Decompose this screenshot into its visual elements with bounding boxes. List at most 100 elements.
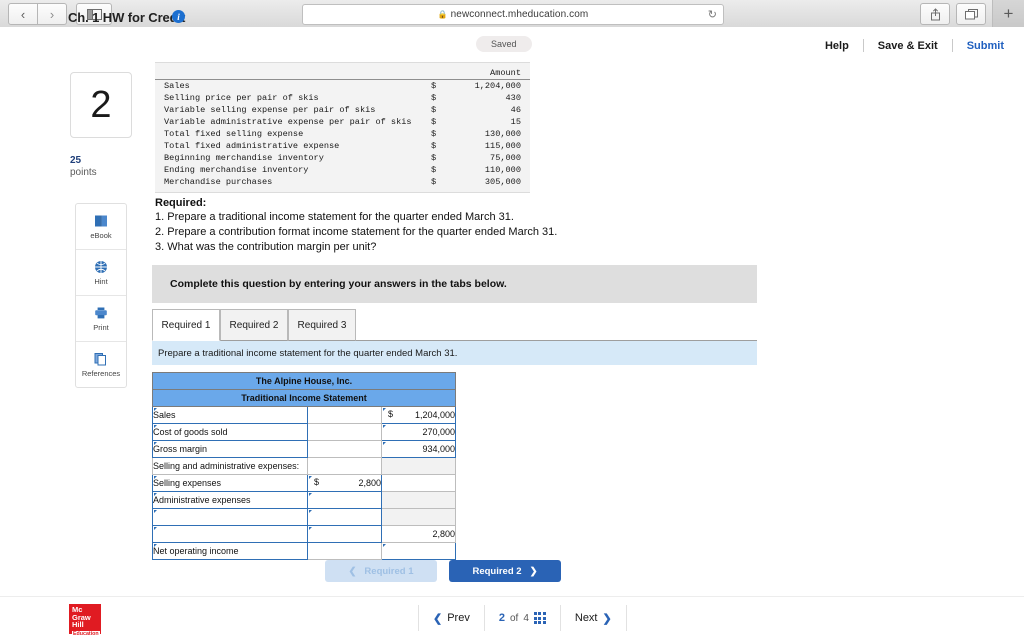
- worksheet-label-cell[interactable]: [152, 525, 308, 543]
- worksheet-col3-cell: [381, 508, 456, 526]
- page-title: Ch. 1 HW for Credit: [68, 10, 186, 25]
- previous-required-button[interactable]: ❮ Required 1: [325, 560, 437, 582]
- tab-required-1[interactable]: Required 1: [152, 309, 220, 341]
- address-bar[interactable]: 🔒 newconnect.mheducation.com ↻: [302, 4, 724, 25]
- given-data-row: Selling price per pair of skis $430: [155, 92, 530, 104]
- given-data-row: Variable selling expense per pair of ski…: [155, 104, 530, 116]
- tool-label: Print: [93, 322, 109, 332]
- worksheet-label-cell[interactable]: Administrative expenses: [152, 491, 308, 509]
- worksheet-col3-cell[interactable]: 934,000: [381, 440, 456, 458]
- worksheet-pager: ❮ Required 1 Required 2 ❯: [325, 560, 561, 582]
- given-data-label: Merchandise purchases: [164, 177, 273, 187]
- worksheet-col2-cell[interactable]: [307, 525, 382, 543]
- points-label: points: [70, 167, 97, 178]
- worksheet-col3-cell: 2,800: [381, 525, 456, 543]
- given-data-row: Beginning merchandise inventory $75,000: [155, 152, 530, 164]
- worksheet-col3-cell[interactable]: [381, 542, 456, 560]
- page-root: ‹ › 🔒 newconnect.mheducation.com ↻ + Ch.…: [0, 0, 1024, 641]
- previous-required-label: Required 1: [364, 565, 414, 577]
- back-button[interactable]: ‹: [8, 3, 38, 25]
- tool-label: References: [81, 368, 121, 378]
- prev-page-button[interactable]: ❮ Prev: [419, 612, 484, 625]
- points-block: 25 points: [70, 155, 130, 178]
- given-data-amount: 15: [510, 117, 521, 127]
- worksheet-label-cell[interactable]: Gross margin: [152, 440, 308, 458]
- page-total: 4: [523, 612, 529, 624]
- page-of-label: of: [509, 612, 519, 624]
- worksheet-row: Cost of goods sold 270,000: [152, 423, 456, 441]
- next-page-button[interactable]: Next ❯: [561, 612, 626, 625]
- logo-line-4: Education: [72, 630, 100, 639]
- copy-pages-icon: [94, 352, 106, 365]
- given-data-currency: $: [431, 81, 437, 91]
- given-data-currency: $: [431, 141, 437, 151]
- save-and-exit-link[interactable]: Save & Exit: [864, 40, 952, 52]
- given-data-amount: 1,204,000: [474, 81, 521, 91]
- chevron-right-icon: ❯: [529, 565, 538, 577]
- worksheet-label-cell[interactable]: Cost of goods sold: [152, 423, 308, 441]
- worksheet-col2-cell[interactable]: [307, 491, 382, 509]
- share-button[interactable]: [920, 3, 950, 25]
- given-data-header-row: Amount: [155, 67, 530, 79]
- page-current: 2: [498, 612, 505, 624]
- given-data-amount: 110,000: [484, 165, 521, 175]
- submit-link[interactable]: Submit: [953, 40, 1004, 52]
- tab-required-3[interactable]: Required 3: [288, 309, 356, 341]
- url-text: newconnect.mheducation.com: [450, 9, 589, 20]
- worksheet-label-cell[interactable]: Selling expenses: [152, 474, 308, 492]
- given-data-currency: $: [431, 93, 437, 103]
- given-data-amount: 430: [505, 93, 521, 103]
- print-button[interactable]: Print: [76, 296, 126, 342]
- worksheet-col2-cell: [307, 457, 382, 475]
- question-number: 2: [90, 84, 112, 126]
- given-data-currency: $: [431, 153, 437, 163]
- status-badge: Saved: [476, 36, 532, 52]
- worksheet-row: Selling and administrative expenses:: [152, 457, 456, 475]
- reload-icon[interactable]: ↻: [708, 8, 717, 21]
- chevron-left-icon: ‹: [20, 6, 26, 22]
- worksheet-col3-cell[interactable]: 270,000: [381, 423, 456, 441]
- worksheet-col3-cell: [381, 491, 456, 509]
- worksheet-label-cell[interactable]: [152, 508, 308, 526]
- share-icon: [930, 7, 940, 20]
- given-data-amount: 46: [510, 105, 521, 115]
- ebook-button[interactable]: eBook: [76, 204, 126, 250]
- worksheet-col3-cell[interactable]: $1,204,000: [381, 406, 456, 424]
- page-footer: Mc Graw Hill Education ❮ Prev 2 of 4 Nex…: [0, 596, 1024, 641]
- worksheet-label-cell[interactable]: Net operating income: [152, 542, 308, 560]
- given-data-label: Selling price per pair of skis: [164, 93, 319, 103]
- worksheet-row: Administrative expenses: [152, 491, 456, 509]
- references-button[interactable]: References: [76, 342, 126, 387]
- grid-view-icon[interactable]: [533, 612, 546, 624]
- next-page-label: Next: [574, 612, 598, 624]
- given-data-row: Total fixed selling expense $130,000: [155, 128, 530, 140]
- given-data-panel: Amount Sales $1,204,000 Selling price per p…: [155, 62, 530, 193]
- sub-instruction-banner: Prepare a traditional income statement f…: [152, 341, 757, 365]
- nav-button-group: ‹ ›: [8, 3, 67, 25]
- worksheet-label-cell[interactable]: Sales: [152, 406, 308, 424]
- chevron-right-icon: ❯: [602, 612, 612, 625]
- given-data-currency: $: [431, 117, 437, 127]
- given-data-column-header: Amount: [490, 68, 521, 78]
- info-icon[interactable]: i: [172, 10, 185, 23]
- book-icon: [95, 215, 107, 226]
- logo-line-3: Hill: [72, 620, 84, 630]
- worksheet-col2-cell: [307, 423, 382, 441]
- worksheet-row: Net operating income: [152, 542, 456, 560]
- worksheet-col2-cell[interactable]: [307, 508, 382, 526]
- show-tabs-button[interactable]: [956, 3, 986, 25]
- tab-required-2[interactable]: Required 2: [220, 309, 288, 341]
- new-tab-button[interactable]: +: [992, 0, 1024, 27]
- browser-right-buttons: [920, 3, 986, 25]
- footer-navigation: ❮ Prev 2 of 4 Next ❯: [418, 601, 627, 635]
- hint-button[interactable]: Hint: [76, 250, 126, 296]
- next-required-button[interactable]: Required 2 ❯: [449, 560, 561, 582]
- worksheet-col3-cell: [381, 457, 456, 475]
- help-link[interactable]: Help: [811, 40, 863, 52]
- given-data-label: Sales: [164, 81, 190, 91]
- points-value: 25: [70, 155, 82, 166]
- given-data-amount: 130,000: [484, 129, 521, 139]
- given-data-row: Ending merchandise inventory $110,000: [155, 164, 530, 176]
- forward-button[interactable]: ›: [38, 3, 67, 25]
- worksheet-col2-cell[interactable]: $2,800: [307, 474, 382, 492]
